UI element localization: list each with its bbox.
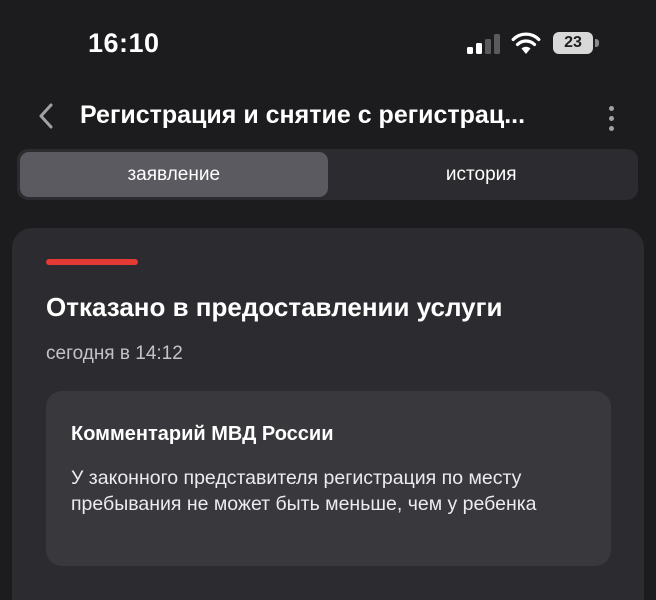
header: Регистрация и снятие с регистрац... xyxy=(0,90,656,145)
status-title: Отказано в предоставлении услуги xyxy=(46,292,503,322)
status-date: сегодня в 14:12 xyxy=(46,343,183,364)
comment-text: У законного представителя регистрация по… xyxy=(71,467,537,515)
signal-icon xyxy=(467,34,500,54)
status-bar: 16:10 23 xyxy=(0,0,656,90)
tab-history[interactable]: история xyxy=(328,152,636,197)
battery-cap xyxy=(595,39,599,47)
more-button[interactable] xyxy=(596,98,626,138)
wifi-icon xyxy=(511,32,541,54)
back-button[interactable] xyxy=(26,94,66,138)
status-card: Отказано в предоставлении услуги сегодня… xyxy=(12,228,644,600)
chevron-left-icon xyxy=(39,103,53,129)
more-vertical-icon-dot xyxy=(608,115,614,121)
page-title: Регистрация и снятие с регистрац... xyxy=(80,101,526,129)
comment-box: Комментарий МВД России У законного предс… xyxy=(46,391,611,566)
status-time: 16:10 xyxy=(88,28,160,58)
battery-level: 23 xyxy=(564,34,582,51)
more-vertical-icon-dot xyxy=(608,105,614,111)
status-indicator xyxy=(46,259,138,265)
more-vertical-icon-dot xyxy=(608,125,614,131)
tab-application[interactable]: заявление xyxy=(20,152,328,197)
screen: 16:10 23 Регистрация и снятие с регистра… xyxy=(0,0,656,600)
comment-title: Комментарий МВД России xyxy=(71,423,334,445)
tab-bar: заявление история xyxy=(17,149,638,200)
battery-icon: 23 xyxy=(553,32,593,54)
